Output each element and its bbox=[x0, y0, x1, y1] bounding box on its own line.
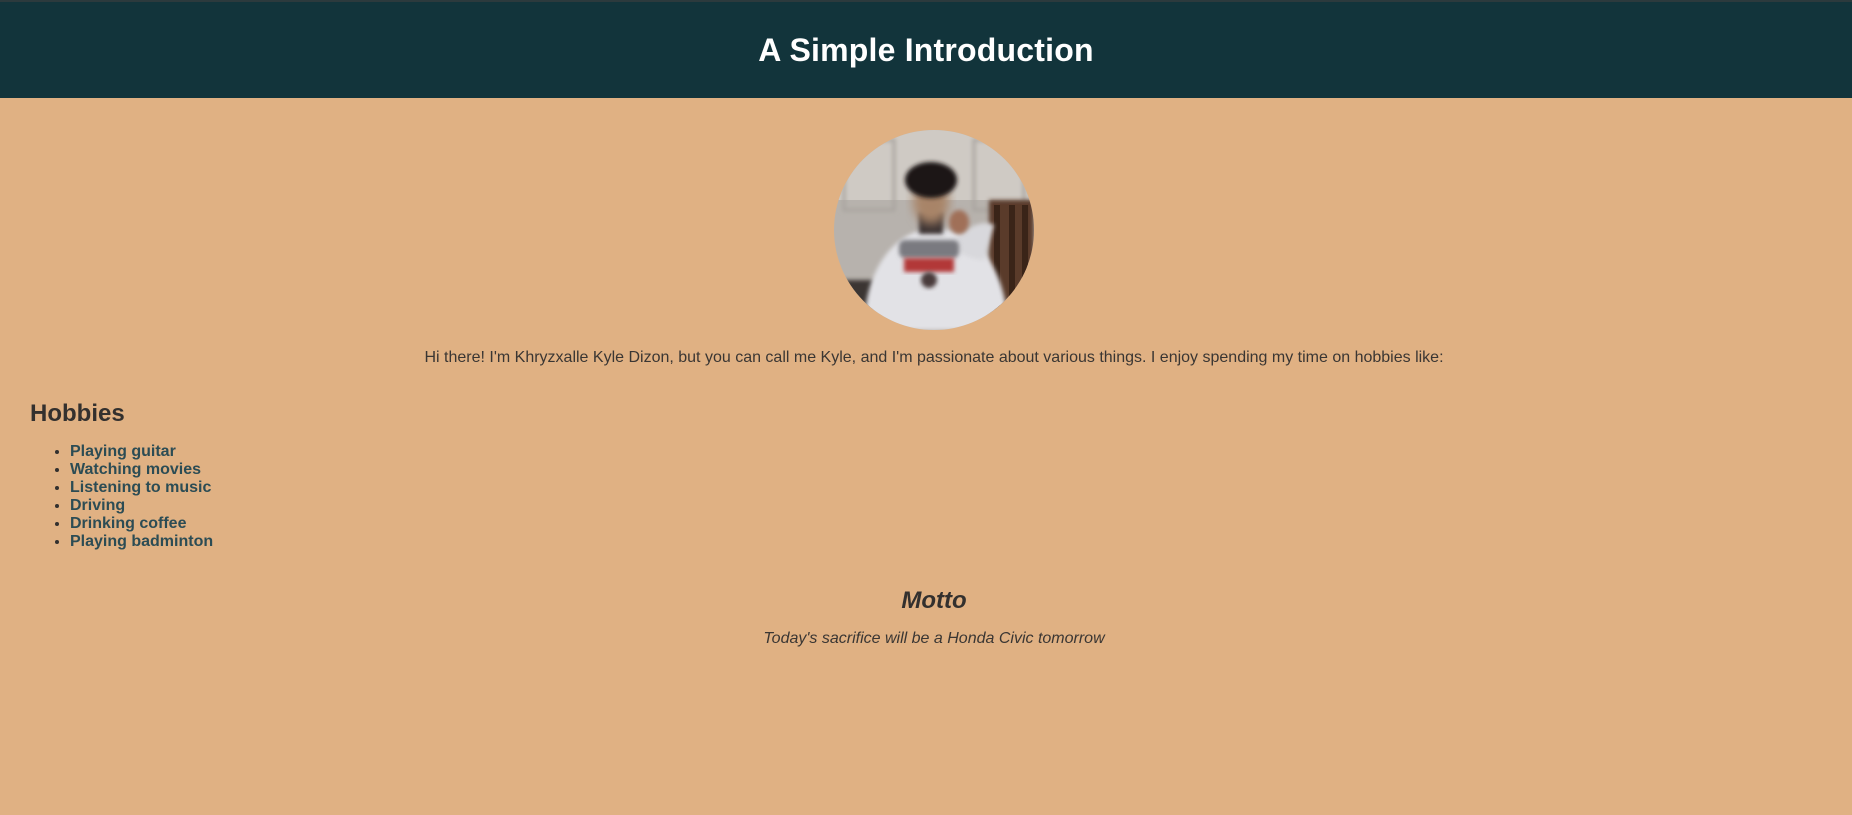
list-item: Playing guitar bbox=[70, 443, 213, 461]
intro-text: Hi there! I'm Khryzxalle Kyle Dizon, but… bbox=[424, 349, 1444, 366]
list-item: Listening to music bbox=[70, 479, 213, 497]
list-item: Watching movies bbox=[70, 461, 213, 479]
hobbies-section: Hobbies Playing guitar Watching movies L… bbox=[30, 400, 213, 551]
hobbies-list: Playing guitar Watching movies Listening… bbox=[30, 443, 213, 551]
motto-text: Today's sacrifice will be a Honda Civic … bbox=[763, 630, 1105, 647]
page-header: A Simple Introduction bbox=[0, 2, 1852, 98]
page-title: A Simple Introduction bbox=[758, 31, 1094, 68]
profile-photo-icon bbox=[834, 130, 1034, 330]
list-item: Drinking coffee bbox=[70, 515, 213, 533]
motto-heading: Motto bbox=[901, 587, 967, 614]
list-item: Playing badminton bbox=[70, 533, 213, 551]
hobbies-heading: Hobbies bbox=[30, 400, 125, 427]
profile-photo bbox=[834, 130, 1034, 330]
motto-section: Motto Today's sacrifice will be a Honda … bbox=[0, 587, 1852, 648]
list-item: Driving bbox=[70, 497, 213, 515]
